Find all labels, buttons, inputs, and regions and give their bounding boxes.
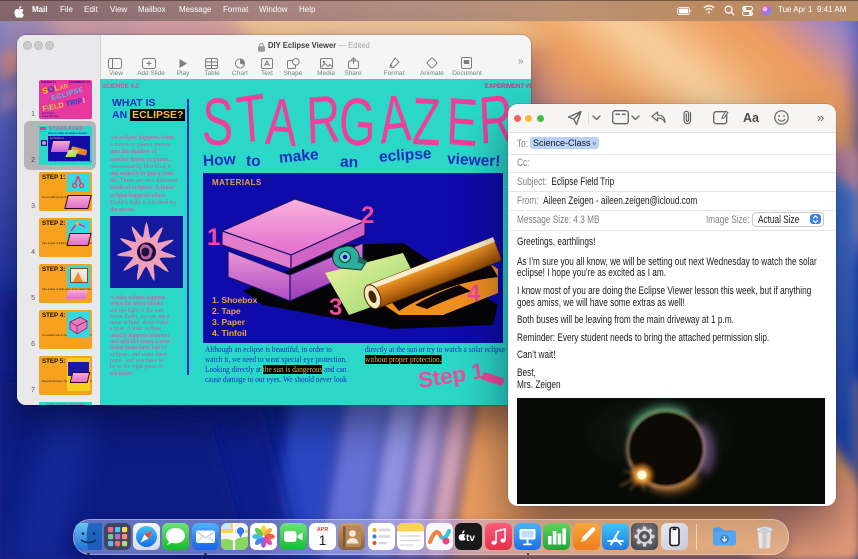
svg-text:tv: tv <box>466 533 475 544</box>
svg-text:1: 1 <box>318 532 326 548</box>
